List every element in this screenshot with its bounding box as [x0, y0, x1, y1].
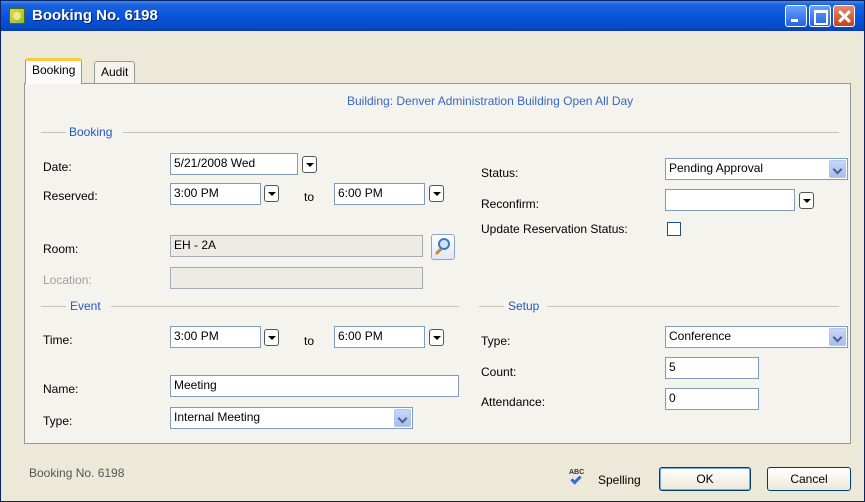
reconfirm-dropdown-icon[interactable] [799, 192, 814, 209]
booking-section-title: Booking [67, 125, 115, 139]
spell-check-icon[interactable]: ABC [567, 469, 585, 487]
event-type-select[interactable]: Internal Meeting [170, 407, 413, 429]
update-status-checkbox[interactable] [667, 222, 681, 236]
reserved-label: Reserved: [43, 189, 98, 203]
event-type-label: Type: [43, 414, 73, 428]
maximize-icon[interactable] [809, 5, 831, 27]
date-field[interactable]: 5/21/2008 Wed [170, 153, 298, 175]
location-field [170, 267, 423, 289]
booking-group-line-right [123, 132, 839, 133]
location-label: Location: [43, 273, 92, 287]
setup-attendance-field[interactable]: 0 [665, 388, 759, 410]
event-type-select-value: Internal Meeting [174, 410, 261, 424]
event-time-to-field[interactable]: 6:00 PM [334, 326, 425, 348]
reserved-to-dropdown-icon[interactable] [429, 185, 444, 202]
title-bar[interactable]: Booking No. 6198 [1, 1, 864, 31]
event-name-label: Name: [43, 382, 79, 396]
reconfirm-field[interactable] [665, 189, 795, 211]
update-status-label: Update Reservation Status: [481, 222, 628, 236]
status-select[interactable]: Pending Approval [665, 158, 848, 180]
event-group-line-left [41, 306, 66, 307]
setup-attendance-label: Attendance: [481, 395, 546, 409]
chevron-down-icon[interactable] [829, 160, 846, 178]
setup-type-label: Type: [481, 334, 511, 348]
close-icon[interactable] [833, 5, 855, 27]
setup-type-select-value: Conference [669, 329, 732, 343]
chevron-down-icon[interactable] [394, 409, 411, 427]
room-label: Room: [43, 242, 79, 256]
event-time-to-label: to [304, 334, 315, 348]
date-dropdown-icon[interactable] [302, 156, 317, 173]
event-time-from-field[interactable]: 3:00 PM [170, 326, 261, 348]
setup-count-label: Count: [481, 365, 517, 379]
cancel-button[interactable]: Cancel [767, 467, 851, 491]
date-label: Date: [43, 160, 72, 174]
window-title: Booking No. 6198 [32, 7, 158, 24]
event-time-to-dropdown-icon[interactable] [429, 329, 444, 346]
setup-count-field[interactable]: 5 [665, 357, 759, 379]
event-time-from-dropdown-icon[interactable] [264, 329, 279, 346]
reserved-from-field[interactable]: 3:00 PM [170, 183, 261, 205]
reconfirm-label: Reconfirm: [481, 197, 540, 211]
room-search-button[interactable] [431, 234, 455, 260]
setup-group-line-left [479, 306, 504, 307]
footer-status-text: Booking No. 6198 [29, 466, 125, 480]
reserved-to-field[interactable]: 6:00 PM [334, 183, 425, 205]
room-field: EH - 2A [170, 235, 423, 257]
reserved-from-dropdown-icon[interactable] [264, 185, 279, 202]
setup-section-title: Setup [506, 299, 542, 313]
tab-booking[interactable]: Booking [25, 58, 83, 84]
setup-group-line-right [547, 306, 839, 307]
event-time-label: Time: [43, 333, 73, 347]
booking-group-line-left [41, 132, 66, 133]
minimize-icon[interactable] [785, 5, 807, 27]
building-info: Building: Denver Administration Building… [347, 94, 634, 108]
booking-window: Booking No. 6198 Booking Audit Building:… [0, 0, 865, 502]
ok-button[interactable]: OK [659, 467, 751, 491]
setup-type-select[interactable]: Conference [665, 326, 848, 348]
event-group-line-right [111, 306, 459, 307]
event-section-title: Event [68, 299, 103, 313]
tab-audit[interactable]: Audit [94, 61, 136, 83]
reserved-to-label: to [304, 190, 315, 204]
chevron-down-icon[interactable] [829, 328, 846, 346]
app-icon [9, 8, 25, 24]
status-select-value: Pending Approval [669, 161, 764, 175]
magnifier-handle [434, 247, 443, 256]
event-name-field[interactable]: Meeting [170, 375, 459, 397]
spelling-button[interactable]: Spelling [598, 473, 641, 487]
status-label: Status: [481, 166, 519, 180]
